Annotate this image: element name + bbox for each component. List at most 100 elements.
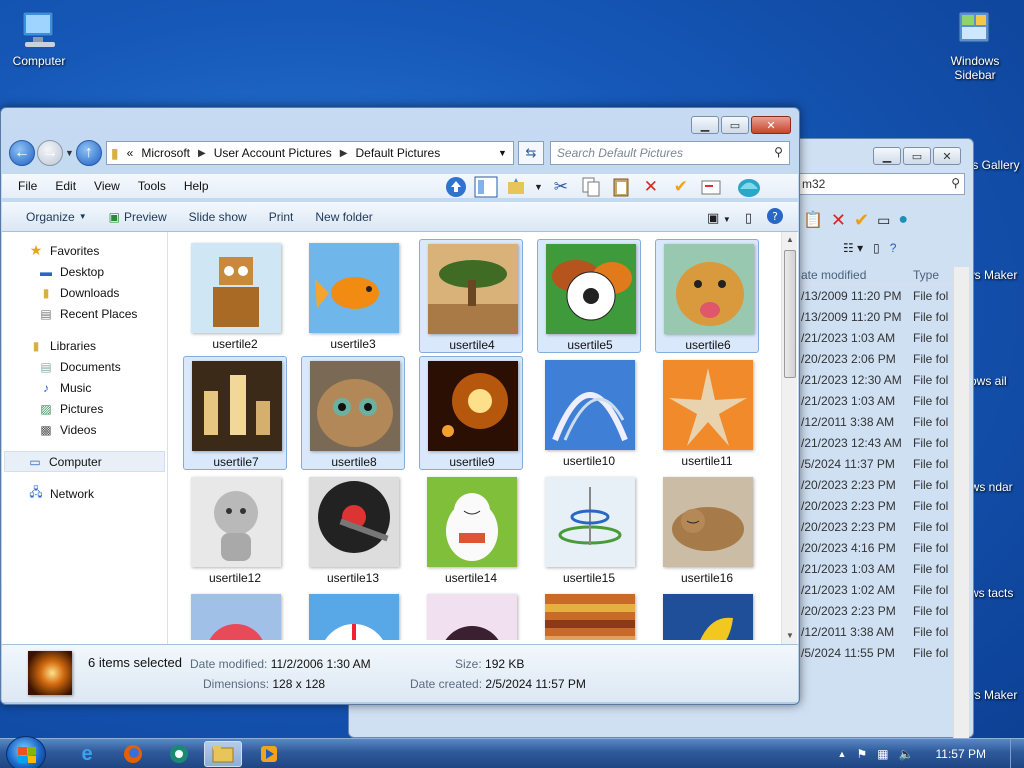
nav-pictures[interactable]: ▨ Pictures [2,398,167,419]
taskbar-media-center[interactable] [160,741,198,767]
image-tile[interactable]: usertile3 [301,239,405,353]
organize-button[interactable]: Organize ▼ [2,210,98,224]
image-tile[interactable]: usertile16 [655,473,759,587]
action-center-flag-icon[interactable]: ⚑ [856,747,867,761]
shell-icon[interactable]: ● [898,211,908,229]
image-tile[interactable]: usertile5 [537,239,641,353]
table-row[interactable]: /21/2023 1:03 AM File fol [797,327,957,348]
delete-icon[interactable]: ✕ [639,176,663,198]
volume-muted-icon[interactable]: 🔈 [899,747,914,761]
help-icon[interactable]: ? [890,241,897,255]
properties-icon[interactable]: ▭ [877,212,890,229]
address-overflow-chevron[interactable]: « [127,146,134,160]
nav-desktop[interactable]: ▬ Desktop [2,261,167,282]
table-row[interactable]: /13/2009 11:20 PM File fol [797,285,957,306]
breadcrumb-microsoft[interactable]: Microsoft [141,146,190,160]
nav-libraries[interactable]: ▮ Libraries [2,335,167,356]
check-icon[interactable]: ✔ [854,210,869,231]
start-button[interactable] [6,736,46,768]
change-view-button[interactable]: ▣ ▼ [707,210,731,226]
taskbar-windows-explorer[interactable] [204,741,242,767]
menu-file[interactable]: File [2,179,46,193]
menu-help[interactable]: Help [175,179,218,193]
preview-pane-button[interactable]: ▯ [745,210,752,226]
preview-button[interactable]: ▣ Preview [98,210,178,224]
close-button[interactable]: ✕ [933,147,961,165]
table-row[interactable]: /21/2023 1:02 AM File fol [797,579,957,600]
image-tile[interactable]: usertile7 [183,356,287,470]
preview-pane-icon[interactable]: ▯ [873,241,880,255]
image-tile[interactable]: usertile13 [301,473,405,587]
table-row[interactable]: /20/2023 2:23 PM File fol [797,474,957,495]
image-tile[interactable] [183,590,287,640]
shell-icon[interactable] [737,176,761,198]
taskbar-firefox[interactable] [114,741,152,767]
maximize-button[interactable]: ▭ [903,147,931,165]
image-tile[interactable]: usertile10 [537,356,641,470]
menu-view[interactable]: View [85,179,129,193]
cut-icon[interactable]: ✂ [549,176,573,198]
table-row[interactable]: /21/2023 1:03 AM File fol [797,558,957,579]
taskbar-internet-explorer[interactable]: e [68,741,106,767]
refresh-button[interactable]: ⇆ [517,141,544,165]
folder-options-dropdown-icon[interactable]: ▼ [534,182,543,192]
nav-recent-places[interactable]: ▤ Recent Places [2,303,167,324]
recent-pages-dropdown[interactable]: ▼ [65,148,74,158]
desktop-icon-windows-sidebar[interactable]: Windows Sidebar [936,8,1014,82]
table-row[interactable]: /21/2023 1:03 AM File fol [797,390,957,411]
image-tile[interactable] [419,590,523,640]
image-tile[interactable]: usertile12 [183,473,287,587]
delete-icon[interactable]: ✕ [831,210,846,231]
nav-videos[interactable]: ▩ Videos [2,419,167,440]
search-icon[interactable]: ⚲ [774,145,783,159]
nav-downloads[interactable]: ▮ Downloads [2,282,167,303]
folder-options-icon[interactable] [504,176,528,198]
address-bar[interactable]: ▮ « Microsoft ▶ User Account Pictures ▶ … [105,141,514,165]
table-row[interactable]: /21/2023 12:43 AM File fol [797,432,957,453]
scroll-up-icon[interactable]: ▲ [782,232,798,248]
breadcrumb-default-pictures[interactable]: Default Pictures [355,146,440,160]
copy-icon[interactable] [579,176,603,198]
table-row[interactable]: /21/2023 12:30 AM File fol [797,369,957,390]
breadcrumb-user-account-pictures[interactable]: User Account Pictures [214,146,332,160]
image-tile[interactable]: usertile2 [183,239,287,353]
table-row[interactable]: /20/2023 2:06 PM File fol [797,348,957,369]
vertical-scrollbar[interactable]: ▲ ▼ [781,232,797,644]
image-tile[interactable] [301,590,405,640]
scroll-down-icon[interactable]: ▼ [782,628,798,644]
table-row[interactable]: /20/2023 2:23 PM File fol [797,600,957,621]
close-button[interactable]: ✕ [751,116,791,134]
image-tile[interactable]: usertile9 [419,356,523,470]
image-tile[interactable]: usertile8 [301,356,405,470]
image-tile[interactable]: usertile6 [655,239,759,353]
image-tile[interactable]: usertile11 [655,356,759,470]
table-row[interactable]: /13/2009 11:20 PM File fol [797,306,957,327]
back-vertical-scrollbar[interactable] [953,267,969,768]
breadcrumb-separator-icon[interactable]: ▶ [198,148,206,159]
minimize-button[interactable]: ▁ [873,147,901,165]
help-button[interactable]: ? [766,207,784,228]
image-tile[interactable] [655,590,759,640]
table-row[interactable]: /5/2024 11:37 PM File fol [797,453,957,474]
view-options-icon[interactable]: ☷ ▾ [843,241,863,255]
minimize-button[interactable]: ▁ [691,116,719,134]
up-button[interactable]: ↑ [75,140,102,166]
properties-icon[interactable] [699,176,723,198]
image-tile[interactable] [537,590,641,640]
check-icon[interactable]: ✔ [669,176,693,198]
paste-icon[interactable] [609,176,633,198]
image-tile[interactable]: usertile15 [537,473,641,587]
nav-documents[interactable]: ▤ Documents [2,356,167,377]
back-address-bar[interactable]: m32 ⚲ [797,173,965,195]
image-tile[interactable]: usertile4 [419,239,523,353]
show-hidden-icons-icon[interactable]: ▲ [838,749,847,759]
maximize-button[interactable]: ▭ [721,116,749,134]
print-button[interactable]: Print [258,210,305,224]
table-row[interactable]: /20/2023 4:16 PM File fol [797,537,957,558]
scrollbar-thumb[interactable] [784,250,796,378]
forward-button[interactable]: → [37,140,63,166]
column-header-type[interactable]: Type [909,265,943,284]
taskbar-media-player[interactable] [250,741,288,767]
column-header-date-modified[interactable]: ate modified [797,265,909,284]
clock[interactable]: 11:57 PM [936,747,986,761]
